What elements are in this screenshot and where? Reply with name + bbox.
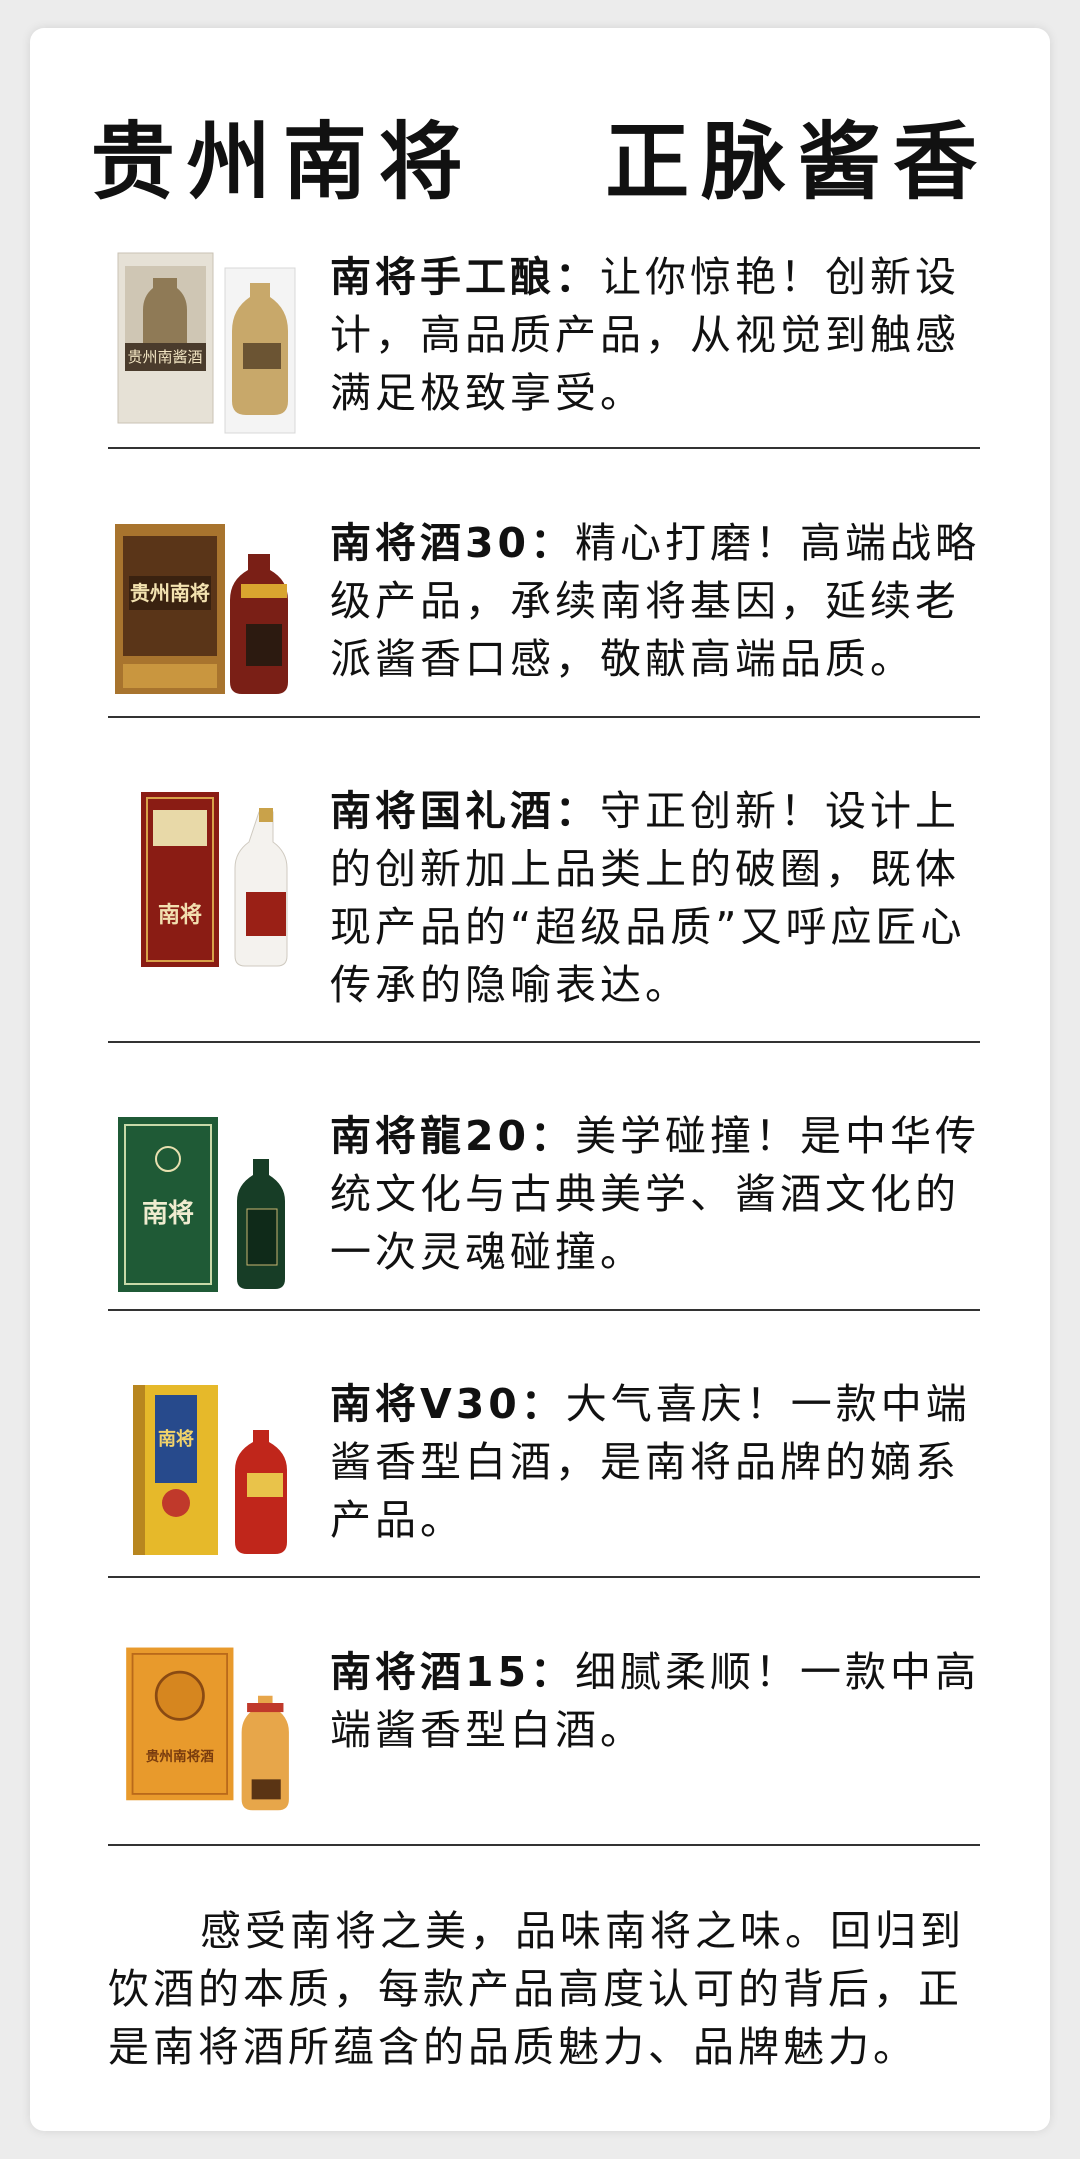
product-item-4: 南将 南将龍20：美学碰撞！是中华传统文化与古典美学、酱酒文化的一次灵魂碰撞。 (108, 1107, 980, 1375)
product-image-4: 南将 (118, 1117, 285, 1292)
product-description-5: 南将V30：大气喜庆！一款中端酱香型白酒，是南将品牌的嫡系产品。 (330, 1380, 971, 1544)
divider-6 (108, 1844, 980, 1846)
product-name-1: 南将手工酿 (330, 253, 555, 301)
divider-2 (108, 716, 980, 718)
product-image-3: 南将 (141, 792, 288, 967)
product-description-2: 南将酒30：精心打磨！高端战略级产品，承续南将基因，延续老派酱香口感，敬献高端品… (330, 519, 981, 683)
divider-1 (108, 447, 980, 449)
box-label-2: 贵州南将 (130, 581, 210, 605)
box-label-4: 南将 (142, 1199, 194, 1229)
product-name-5: 南将V30 (330, 1380, 521, 1428)
product-item-5: 南将 南将V30：大气喜庆！一款中端酱香型白酒，是南将品牌的嫡系产品。 (108, 1375, 980, 1643)
product-name-4: 南将龍20 (330, 1112, 531, 1160)
product-name-2: 南将酒30 (330, 519, 531, 567)
product-description-1: 南将手工酿：让你惊艳！创新设计，高品质产品，从视觉到触感满足极致享受。 (330, 253, 960, 417)
product-image-6: 贵州南将酒 (126, 1647, 289, 1811)
box-label-6: 贵州南将酒 (146, 1748, 214, 1765)
product-description-4: 南将龍20：美学碰撞！是中华传统文化与古典美学、酱酒文化的一次灵魂碰撞。 (330, 1112, 981, 1276)
poster-title: 贵州南将 正脉酱香 (90, 113, 990, 211)
product-name-3: 南将国礼酒 (330, 787, 555, 835)
product-description-3: 南将国礼酒：守正创新！设计上的创新加上品类上的破圈，既体现产品的“超级品质”又呼… (330, 787, 966, 1009)
divider-3 (108, 1041, 980, 1043)
box-label-5: 南将 (158, 1428, 194, 1450)
product-item-1: 贵州南酱酒 南将手工酿：让你惊艳！创新设计，高品质产品，从视觉到触感满足极致享受… (108, 248, 980, 516)
divider-5 (108, 1576, 980, 1578)
box-label-3: 南将 (158, 902, 202, 928)
product-item-6: 贵州南将酒 南将酒15：细腻柔顺！一款中高端酱香型白酒。 (108, 1643, 980, 1911)
product-image-1: 贵州南酱酒 (117, 252, 296, 434)
product-image-5: 南将 (133, 1385, 287, 1555)
product-name-6: 南将酒15 (330, 1648, 531, 1696)
product-item-3: 南将 南将国礼酒：守正创新！设计上的创新加上品类上的破圈，既体现产品的“超级品质… (108, 782, 980, 1050)
divider-4 (108, 1309, 980, 1311)
product-item-2: 贵州南将 南将酒30：精心打磨！高端战略级产品，承续南将基因，延续老派酱香口感，… (108, 514, 980, 782)
product-description-6: 南将酒15：细腻柔顺！一款中高端酱香型白酒。 (330, 1648, 981, 1754)
box-label-1: 贵州南酱酒 (127, 348, 202, 366)
product-image-2: 贵州南将 (115, 524, 288, 694)
summary-paragraph: 感受南将之美，品味南将之味。回归到饮酒的本质，每款产品高度认可的背后，正是南将酒… (108, 1907, 965, 2071)
